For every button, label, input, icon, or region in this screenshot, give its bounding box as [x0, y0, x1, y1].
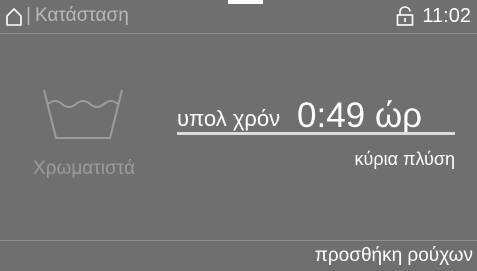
- remaining-time-label: υπολ χρόν: [177, 106, 281, 131]
- clock: 11:02: [422, 5, 471, 27]
- lock-icon[interactable]: [396, 6, 414, 26]
- wash-tub-icon: [43, 89, 123, 139]
- page-indicator: [228, 0, 263, 4]
- program-name: Χρωματιστά: [33, 158, 135, 179]
- home-icon[interactable]: [5, 7, 23, 27]
- remaining-time-value: 0:49 ώρ: [297, 96, 423, 135]
- add-laundry-button[interactable]: προσθήκη ρούχων: [315, 244, 473, 268]
- breadcrumb-separator: |: [26, 5, 31, 26]
- wash-phase: κύρια πλύση: [354, 149, 455, 169]
- progress-bar: [177, 132, 455, 135]
- page-title: Κατάσταση: [34, 5, 129, 26]
- progress-bar-fill: [177, 132, 455, 135]
- appliance-display: | Κατάσταση 11:02 Χρωματιστά υπολ χρόν 0:…: [0, 0, 477, 271]
- footer-bar: προσθήκη ρούχων: [0, 240, 477, 271]
- status-header: | Κατάσταση 11:02: [0, 0, 477, 34]
- breadcrumb: | Κατάσταση: [26, 5, 129, 27]
